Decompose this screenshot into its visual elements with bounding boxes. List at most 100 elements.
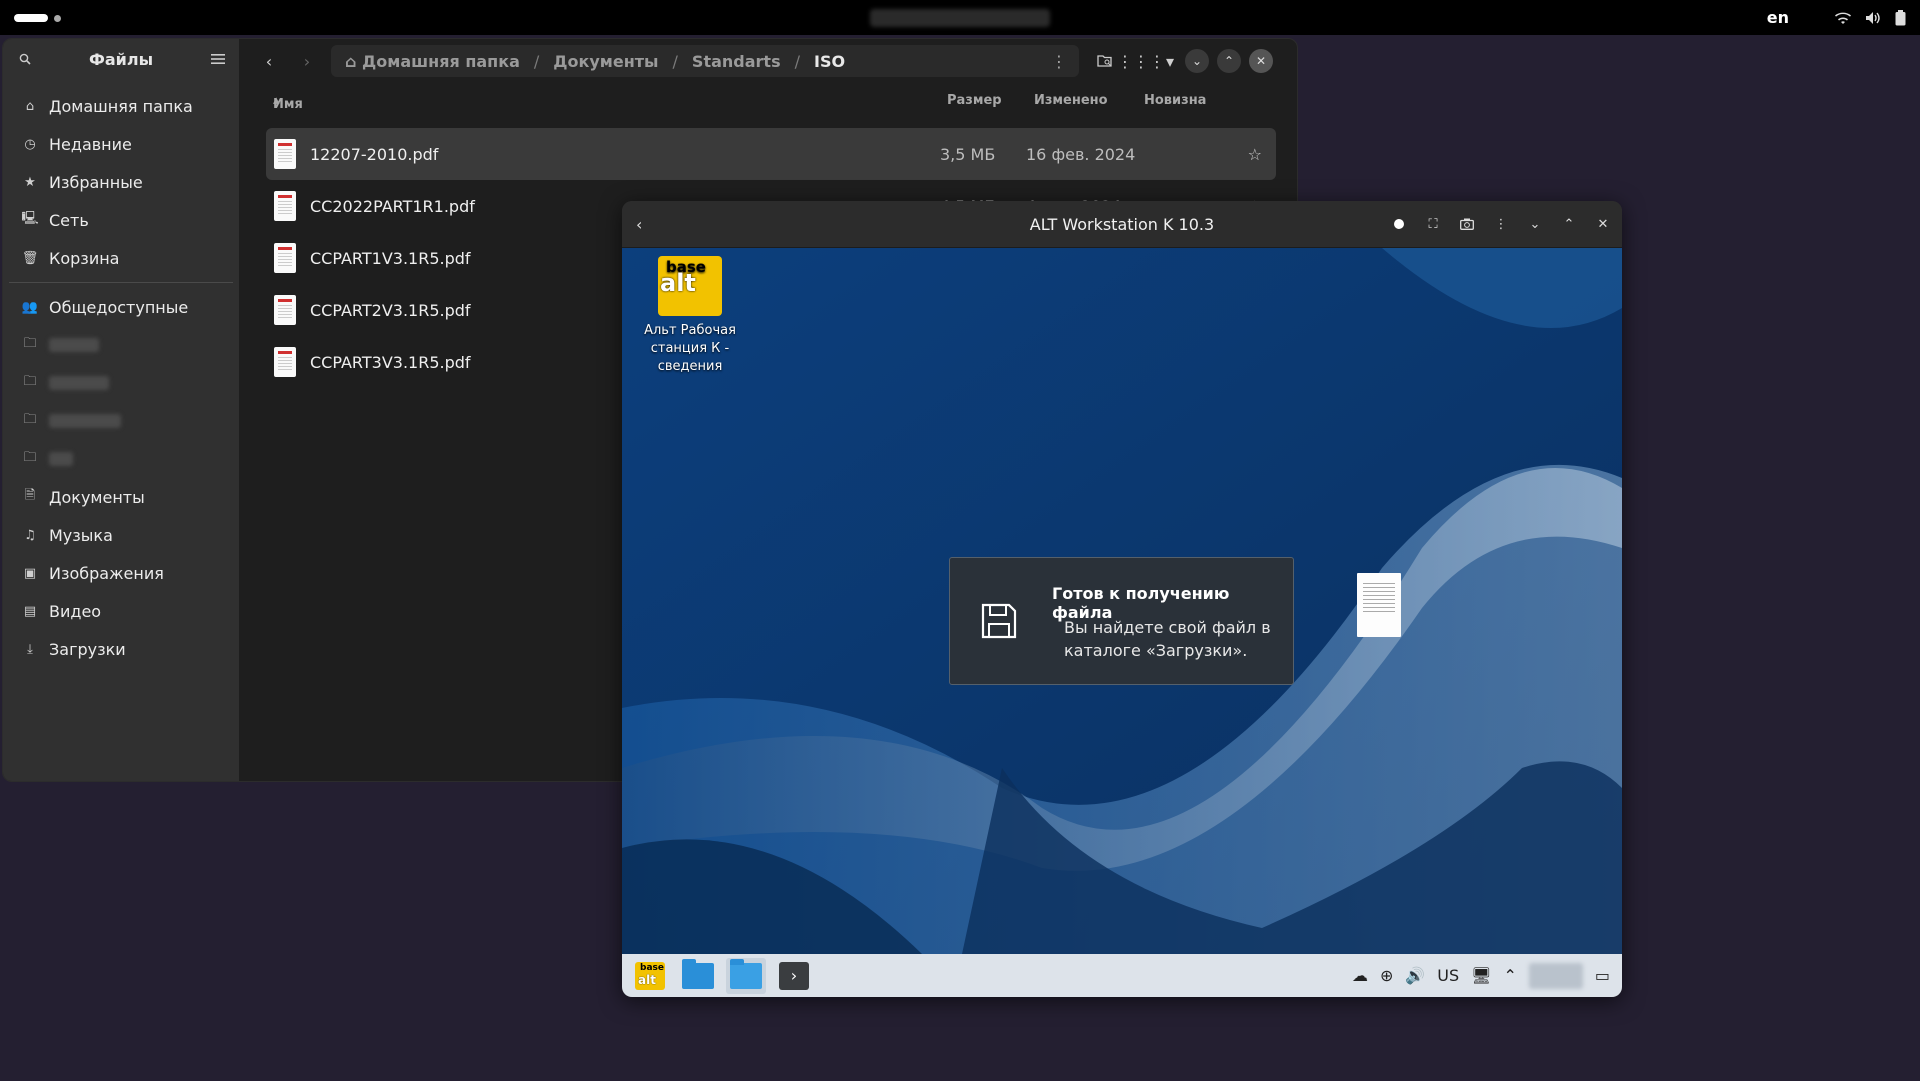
sidebar-item-trash[interactable]: 🗑 Корзина [3,239,239,277]
view-grid-icon[interactable]: ⋮⋮⋮ [1117,47,1165,75]
sidebar-item-videos[interactable]: ▤ Видео [3,592,239,630]
close-button[interactable]: ✕ [1594,215,1612,233]
vm-taskbar: base alt › ☁ ⊕ 🔊 US 🖥 ⌃ ▭ [622,954,1622,997]
show-desktop-icon[interactable]: ▭ [1595,966,1610,985]
desktop-icon-about[interactable]: base alt Альт Рабочая станция К - сведен… [640,256,740,376]
view-options-icon[interactable]: ▾ [1163,47,1177,75]
column-size[interactable]: Размер [947,93,1002,108]
app-menu-button[interactable]: base alt [630,958,670,994]
column-name[interactable]: Имя ▴ [273,93,303,112]
breadcrumb-home[interactable]: ⌂ Домашняя папка [345,52,520,71]
document-icon: 🗎 [24,488,36,503]
breadcrumb-iso[interactable]: ISO [814,52,845,71]
redacted-label [49,338,99,352]
taskbar-favorites-folder[interactable] [678,958,718,994]
home-icon: ⌂ [25,98,35,114]
search-folder-icon[interactable] [1091,47,1119,75]
maximize-button[interactable]: ⌃ [1560,215,1578,233]
search-icon[interactable] [19,50,31,69]
pdf-thumbnail[interactable] [1357,573,1401,637]
pdf-file-icon [274,295,296,325]
basealt-logo-icon: base alt [635,961,665,990]
folder-icon: 🗀 [23,450,37,465]
people-icon: 👥 [21,299,39,315]
pdf-file-icon [274,243,296,273]
star-icon[interactable]: ☆ [1248,145,1262,164]
sidebar-item-folder-1[interactable]: 🗀 [3,326,239,364]
sidebar-item-recent[interactable]: ◷ Недавние [3,125,239,163]
clock[interactable] [870,9,1050,27]
vm-header-bar: ‹ ALT Workstation K 10.3 ⛶ ⋮ ⌄ ⌃ ✕ [622,201,1622,248]
workspace-active-indicator [14,14,48,22]
folder-star-icon [682,958,714,989]
path-menu-icon[interactable]: ⋮ [1051,52,1067,71]
system-tray[interactable]: en [1767,0,1906,35]
vm-system-tray: ☁ ⊕ 🔊 US 🖥 ⌃ ▭ [1352,954,1610,997]
battery-icon [1895,9,1906,26]
sidebar-item-network[interactable]: 🖳 Сеть [3,201,239,239]
notification-popup[interactable]: Готов к получению файла Вы найдете свой … [949,557,1294,685]
chevron-up-icon[interactable]: ⌃ [1503,966,1516,985]
pdf-file-icon [274,139,296,169]
weather-icon[interactable]: ☁ [1352,966,1368,985]
close-button[interactable]: ✕ [1249,49,1273,73]
maximize-button[interactable]: ⌃ [1217,49,1241,73]
keyboard-layout[interactable]: US [1437,966,1459,985]
vm-desktop: base alt Альт Рабочая станция К - сведен… [622,248,1622,954]
sidebar-item-folder-3[interactable]: 🗀 [3,402,239,440]
volume-icon[interactable]: 🔊 [1405,966,1425,985]
column-novelty[interactable]: Новизна [1144,93,1206,108]
file-name: CCPART1V3.1R5.pdf [310,248,471,268]
record-icon[interactable] [1390,215,1408,233]
file-date: 16 фев. 2024 [1026,144,1136,164]
breadcrumb-documents[interactable]: Документы [553,52,658,71]
download-icon: ⤓ [27,641,33,657]
more-options-icon[interactable]: ⋮ [1492,215,1510,233]
fullscreen-icon[interactable]: ⛶ [1424,215,1442,233]
redacted-label [49,414,121,428]
activities-indicator[interactable] [14,14,61,22]
minimize-button[interactable]: ⌄ [1185,49,1209,73]
file-name: CCPART2V3.1R5.pdf [310,300,471,320]
pdf-file-icon [274,191,296,221]
hamburger-menu-icon[interactable] [211,50,225,69]
sidebar-item-documents[interactable]: 🗎 Документы [3,478,239,516]
sidebar-divider [9,282,233,283]
file-name: CC2022PART1R1.pdf [310,196,475,216]
music-icon: ♫ [24,527,36,543]
notification-message: Вы найдете свой файл в каталоге «Загрузк… [1064,618,1271,660]
path-bar[interactable]: ⌂ Домашняя папка / Документы / Standarts… [331,45,1079,77]
sidebar-item-starred[interactable]: ★ Избранные [3,163,239,201]
video-icon: ▤ [23,603,37,619]
workspace-indicator [54,14,61,22]
files-sidebar: Файлы ⌂ Домашняя папка ◷ Недавние ★ Избранн… [3,39,239,781]
screenshot-icon[interactable] [1458,215,1476,233]
sidebar-item-folder-2[interactable]: 🗀 [3,364,239,402]
update-icon[interactable]: ⊕ [1380,966,1393,985]
sidebar-item-pictures[interactable]: ▣ Изображения [3,554,239,592]
forward-button[interactable]: › [293,47,321,75]
keyboard-layout[interactable]: en [1767,8,1789,27]
sidebar-item-downloads[interactable]: ⤓ Загрузки [3,630,239,668]
breadcrumb-standarts[interactable]: Standarts [692,52,781,71]
wifi-icon [1835,11,1851,25]
taskbar-file-manager[interactable] [726,957,766,994]
taskbar-terminal[interactable]: › [774,958,814,994]
sidebar-item-home[interactable]: ⌂ Домашняя папка [3,87,239,125]
minimize-button[interactable]: ⌄ [1526,215,1544,233]
clock-icon: ◷ [24,136,36,152]
network-icon[interactable]: 🖥 [1471,966,1491,985]
sidebar-item-public[interactable]: 👥 Общедоступные [3,288,239,326]
redacted-label [49,376,109,390]
sidebar-item-music[interactable]: ♫ Музыка [3,516,239,554]
floppy-disk-icon [980,602,1018,644]
folder-icon: 🗀 [23,412,37,427]
sidebar-item-folder-4[interactable]: 🗀 [3,440,239,478]
clock[interactable] [1528,962,1583,989]
terminal-icon: › [779,961,809,990]
column-modified[interactable]: Изменено [1034,93,1108,108]
file-row[interactable]: 12207-2010.pdf 3,5 МБ 16 фев. 2024 ☆ [266,128,1276,180]
image-icon: ▣ [23,565,37,581]
vm-window: ‹ ALT Workstation K 10.3 ⛶ ⋮ ⌄ ⌃ ✕ base … [622,201,1622,997]
back-button[interactable]: ‹ [255,47,283,75]
